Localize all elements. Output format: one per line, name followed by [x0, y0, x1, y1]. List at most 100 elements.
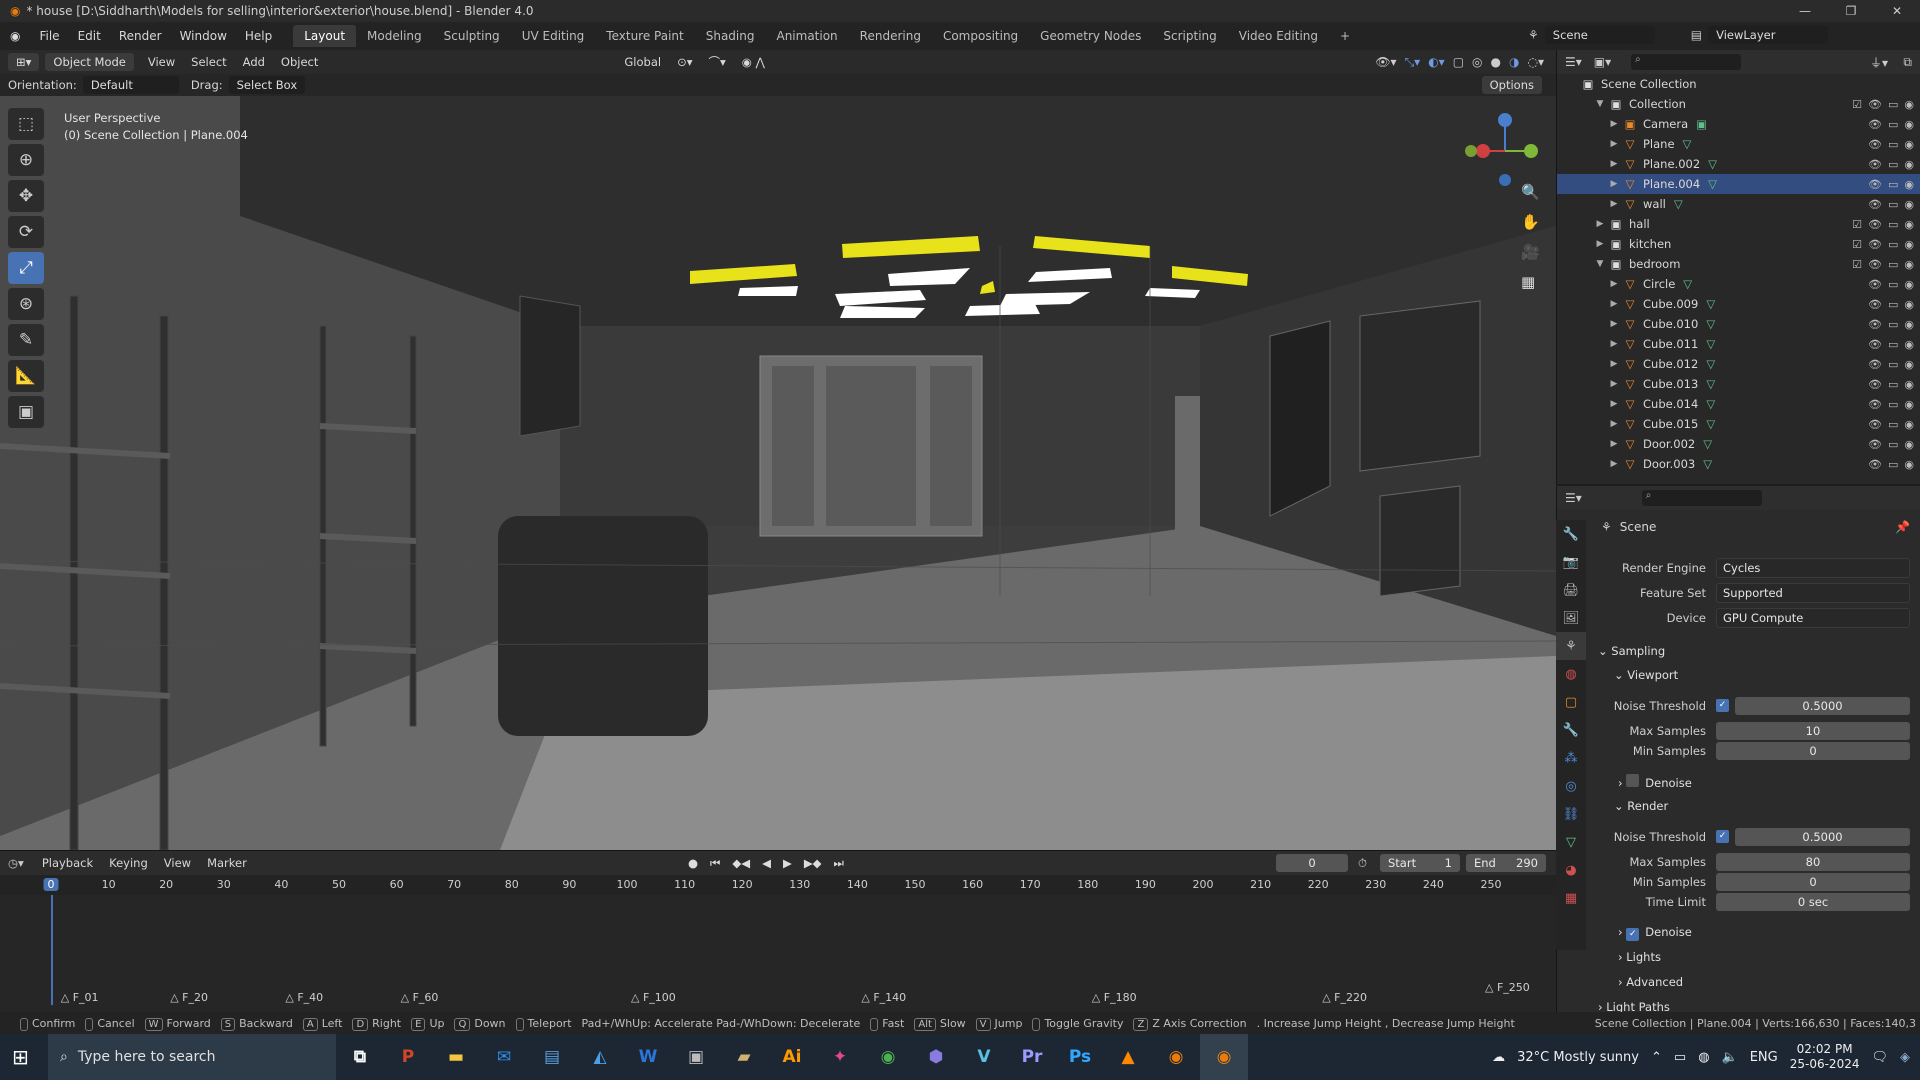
expand-right-icon[interactable]: ▶ [1607, 199, 1621, 209]
taskbar-search-input[interactable]: ⌕ Type here to search [48, 1034, 336, 1080]
store-app-icon[interactable]: ▤ [528, 1034, 576, 1080]
menu-render[interactable]: Render [110, 29, 171, 43]
timeline-editor-icon[interactable]: ◷▾ [8, 856, 24, 870]
pivot-icon[interactable]: ⊙▾ [669, 55, 700, 69]
app-icon-gray[interactable]: ▣ [672, 1034, 720, 1080]
expand-down-icon[interactable]: ▼ [1593, 259, 1607, 269]
outliner-row[interactable]: ▶ ▣ hall ☑ 👁 ▭ ◉ [1557, 214, 1920, 234]
select-box-tool-icon[interactable]: ⬚ [8, 108, 44, 140]
editor-type-icon[interactable]: ⊞▾ [8, 53, 40, 71]
tab-scripting[interactable]: Scripting [1152, 25, 1227, 47]
move-tool-icon[interactable]: ✥ [8, 180, 44, 212]
gizmo-icon[interactable]: ⤡▾ [1405, 55, 1421, 70]
app-icon-blue[interactable]: ◭ [576, 1034, 624, 1080]
menu-playback[interactable]: Playback [34, 856, 101, 870]
outliner-row[interactable]: ▶ ▽ wall ▽ 👁 ▭ ◉ [1557, 194, 1920, 214]
timeline-marker[interactable]: △ F_140 [861, 991, 906, 1004]
visibility-icon[interactable]: 👁▾ [1375, 55, 1396, 70]
viewport-disable-icon[interactable]: ▭ [1888, 298, 1898, 311]
play-reverse-icon[interactable]: ◀ [762, 856, 771, 871]
viewport-disable-icon[interactable]: ▭ [1888, 458, 1898, 471]
scene-icon[interactable]: ⚘ [1528, 28, 1539, 42]
menu-file[interactable]: File [30, 29, 68, 43]
expand-right-icon[interactable]: ▶ [1593, 219, 1607, 229]
render-icon[interactable]: ◉ [1904, 158, 1914, 171]
eye-icon[interactable]: 👁 [1868, 358, 1882, 371]
overlay-icon[interactable]: ◐▾ [1428, 55, 1445, 70]
object-mode-dropdown[interactable]: Object Mode [45, 53, 134, 71]
zoom-icon[interactable]: 🔍 [1521, 182, 1540, 201]
network-icon[interactable]: ◍ [1698, 1050, 1709, 1065]
windows-start-icon[interactable]: ⊞ [12, 1045, 29, 1069]
viewport-scene-render[interactable] [0, 96, 1556, 850]
render-icon[interactable]: ◉ [1904, 318, 1914, 331]
menu-select[interactable]: Select [183, 55, 234, 69]
properties-search-input[interactable]: ⌕ [1641, 490, 1762, 506]
eye-icon[interactable]: 👁 [1868, 118, 1882, 131]
volume-icon[interactable]: 🔈 [1722, 1050, 1738, 1065]
app-icon-tan[interactable]: ▰ [720, 1034, 768, 1080]
vp-noise-threshold-checkbox[interactable]: ✓ [1716, 699, 1729, 712]
transform-orientation-dropdown[interactable]: Global [616, 55, 669, 69]
outliner-row[interactable]: ▶ ▽ Cube.012 ▽ 👁 ▭ ◉ [1557, 354, 1920, 374]
blender-app-icon[interactable]: ◉ [1152, 1034, 1200, 1080]
outliner-row[interactable]: ▶ ▽ Cube.015 ▽ 👁 ▭ ◉ [1557, 414, 1920, 434]
solid-shading-icon[interactable]: ● [1491, 55, 1501, 70]
eye-icon[interactable]: 👁 [1868, 238, 1882, 251]
pan-hand-icon[interactable]: ✋ [1521, 213, 1540, 231]
viewport-disable-icon[interactable]: ▭ [1888, 418, 1898, 431]
tray-chevron-icon[interactable]: ⌃ [1651, 1050, 1662, 1065]
viewport-disable-icon[interactable]: ▭ [1888, 338, 1898, 351]
annotate-tool-icon[interactable]: ✎ [8, 324, 44, 356]
output-tab-icon[interactable]: 🖨 [1556, 576, 1586, 604]
tool-tab-icon[interactable]: 🔧 [1556, 520, 1586, 548]
view-layer-tab-icon[interactable]: 🖼 [1556, 604, 1586, 632]
chrome-app-icon[interactable]: ◉ [864, 1034, 912, 1080]
sampling-section-header[interactable]: ⌄ Sampling [1598, 644, 1665, 658]
maximize-button[interactable]: ❐ [1828, 0, 1874, 22]
timeline-marker[interactable]: △ F_250 [1485, 981, 1530, 994]
render-icon[interactable]: ◉ [1904, 458, 1914, 471]
tab-uv-editing[interactable]: UV Editing [511, 25, 596, 47]
playhead[interactable] [51, 895, 53, 1005]
outliner-row[interactable]: ▼ ▣ Collection ☑ 👁 ▭ ◉ [1557, 94, 1920, 114]
proportional-edit-icon[interactable]: ◉ ⋀ [734, 55, 773, 69]
z-axis-icon[interactable] [1498, 113, 1512, 127]
outliner-row[interactable]: ▶ ▽ Circle ▽ 👁 ▭ ◉ [1557, 274, 1920, 294]
outliner-row[interactable]: ▶ ▽ Plane.002 ▽ 👁 ▭ ◉ [1557, 154, 1920, 174]
outliner-row[interactable]: ▶ ▽ Cube.011 ▽ 👁 ▭ ◉ [1557, 334, 1920, 354]
tab-geometry-nodes[interactable]: Geometry Nodes [1029, 25, 1152, 47]
filter-icon[interactable]: ⏚▾ [1870, 54, 1888, 71]
menu-edit[interactable]: Edit [69, 29, 110, 43]
render-icon[interactable]: ◉ [1904, 118, 1914, 131]
eye-icon[interactable]: 👁 [1868, 418, 1882, 431]
next-keyframe-icon[interactable]: ▶◆ [804, 856, 822, 871]
viewport-disable-icon[interactable]: ▭ [1888, 438, 1898, 451]
vlc-app-icon[interactable]: ▲ [1104, 1034, 1152, 1080]
tab-video-editing[interactable]: Video Editing [1228, 25, 1329, 47]
neg-z-axis-icon[interactable] [1499, 174, 1511, 186]
app-icon-purple[interactable]: ⬢ [912, 1034, 960, 1080]
expand-right-icon[interactable]: ▶ [1607, 379, 1621, 389]
clock-icon[interactable]: ⏱ [1358, 856, 1367, 871]
viewport-disable-icon[interactable]: ▭ [1888, 318, 1898, 331]
weather-icon[interactable]: ☁ [1492, 1050, 1505, 1065]
menu-keying[interactable]: Keying [101, 856, 156, 870]
outliner-row[interactable]: ▶ ▽ Cube.014 ▽ 👁 ▭ ◉ [1557, 394, 1920, 414]
notifications-icon[interactable]: 🗨 [1871, 1050, 1888, 1065]
expand-right-icon[interactable]: ▶ [1607, 299, 1621, 309]
menu-window[interactable]: Window [171, 29, 236, 43]
eye-icon[interactable]: 👁 [1868, 218, 1882, 231]
premiere-app-icon[interactable]: Pr [1008, 1034, 1056, 1080]
physics-tab-icon[interactable]: ◎ [1556, 772, 1586, 800]
expand-right-icon[interactable]: ▶ [1607, 419, 1621, 429]
expand-right-icon[interactable]: ▶ [1607, 399, 1621, 409]
orientation-dropdown[interactable]: Default [82, 76, 179, 94]
y-axis-icon[interactable] [1524, 144, 1538, 158]
eye-icon[interactable]: 👁 [1868, 158, 1882, 171]
render-icon[interactable]: ◉ [1904, 178, 1914, 191]
end-frame-field[interactable]: End 290 [1466, 854, 1546, 872]
render-icon[interactable]: ◉ [1904, 358, 1914, 371]
world-tab-icon[interactable]: ◍ [1556, 660, 1586, 688]
timeline-editor[interactable]: ◷▾ Playback Keying View Marker ● ⏮ ◆◀ ◀ … [0, 850, 1556, 1012]
